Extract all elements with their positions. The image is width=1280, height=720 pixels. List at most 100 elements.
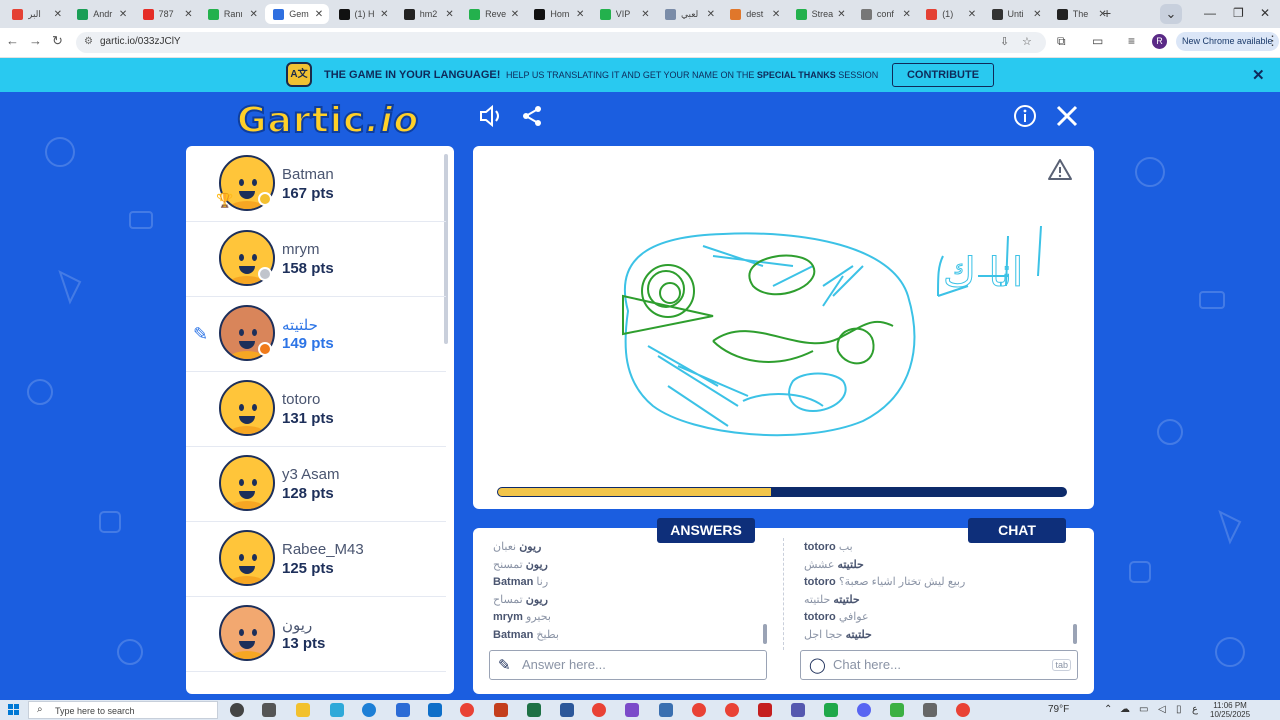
browser-tab[interactable]: Ranı ✕ bbox=[200, 4, 264, 24]
chrome-icon-3[interactable] bbox=[692, 703, 706, 717]
onedrive-icon[interactable]: ☁ bbox=[1120, 704, 1130, 715]
browser-tab[interactable]: البر ✕ bbox=[4, 4, 68, 24]
tab-close-icon[interactable]: ✕ bbox=[707, 9, 715, 20]
tab-close-icon[interactable]: ✕ bbox=[184, 9, 192, 20]
drawing-canvas[interactable]: انا ك bbox=[473, 146, 1094, 509]
tab-search-button[interactable]: ⌄ bbox=[1160, 4, 1182, 24]
player-row[interactable]: Rabee_M43 125 pts bbox=[186, 521, 446, 597]
tab-close-icon[interactable]: ✕ bbox=[54, 9, 62, 20]
tab-close-icon[interactable]: ✕ bbox=[641, 9, 649, 20]
chat-header[interactable]: CHAT bbox=[968, 518, 1066, 543]
tab-close-icon[interactable]: ✕ bbox=[119, 9, 127, 20]
network-icon[interactable]: ▭ bbox=[1139, 704, 1148, 715]
chrome-icon[interactable] bbox=[460, 703, 474, 717]
file-explorer-icon[interactable] bbox=[296, 703, 310, 717]
edge-icon[interactable] bbox=[362, 703, 376, 717]
discord-icon[interactable] bbox=[857, 703, 871, 717]
windows-start-icon[interactable] bbox=[8, 704, 20, 716]
chat-input[interactable]: ◯ Chat here... tab bbox=[800, 650, 1078, 680]
browser-tab[interactable]: Hom ✕ bbox=[526, 4, 590, 24]
outlook-icon[interactable] bbox=[428, 703, 442, 717]
tab-close-icon[interactable]: ✕ bbox=[968, 9, 976, 20]
taskbar-search[interactable]: ⌕ Type here to search bbox=[28, 701, 218, 719]
settings-gear-icon[interactable] bbox=[923, 703, 937, 717]
contribute-button[interactable]: CONTRIBUTE bbox=[892, 63, 994, 87]
chat-scrollbar[interactable] bbox=[1073, 624, 1077, 644]
site-info-icon[interactable]: ⚙ bbox=[84, 36, 93, 47]
netflix-icon[interactable] bbox=[758, 703, 772, 717]
menu-kebab-icon[interactable]: ⋮ bbox=[1266, 33, 1279, 49]
extensions-icon[interactable]: ⧉ bbox=[1057, 34, 1066, 49]
app-icon[interactable] bbox=[659, 703, 673, 717]
browser-tab[interactable]: لعبي ✕ bbox=[657, 4, 721, 24]
copilot-icon[interactable] bbox=[330, 703, 344, 717]
back-icon[interactable]: ← bbox=[6, 33, 19, 48]
answer-input[interactable]: ✎ Answer here... bbox=[489, 650, 767, 680]
browser-tab[interactable]: Gem ✕ bbox=[265, 4, 330, 24]
cortana-icon[interactable] bbox=[230, 703, 244, 717]
tab-close-icon[interactable]: ✕ bbox=[837, 9, 845, 20]
exit-game-icon[interactable] bbox=[1055, 104, 1079, 134]
close-window-button[interactable]: ✕ bbox=[1260, 6, 1270, 20]
split-view-icon[interactable]: ▭ bbox=[1092, 34, 1103, 48]
powerpoint-icon[interactable] bbox=[494, 703, 508, 717]
tab-close-icon[interactable]: ✕ bbox=[250, 9, 258, 20]
update-chrome-button[interactable]: New Chrome available bbox=[1176, 32, 1279, 51]
bookmark-star-icon[interactable]: ☆ bbox=[1022, 35, 1032, 48]
tab-close-icon[interactable]: ✕ bbox=[380, 9, 388, 20]
browser-tab[interactable]: hm2 ✕ bbox=[396, 4, 460, 24]
excel-icon[interactable] bbox=[527, 703, 541, 717]
teams-icon[interactable] bbox=[791, 703, 805, 717]
word-icon[interactable] bbox=[560, 703, 574, 717]
address-bar[interactable]: ⚙ gartic.io/033zJClY ⇩ ☆ bbox=[76, 32, 1046, 53]
browser-tab[interactable]: (1) ✕ bbox=[918, 4, 982, 24]
new-tab-button[interactable]: + bbox=[1103, 5, 1111, 21]
browser-tab[interactable]: Reve ✕ bbox=[461, 4, 525, 24]
task-view-icon[interactable] bbox=[262, 703, 276, 717]
player-row[interactable]: y3 Asam 128 pts bbox=[186, 446, 446, 522]
player-row[interactable]: ريون 13 pts bbox=[186, 596, 446, 672]
chrome-icon-4[interactable] bbox=[725, 703, 739, 717]
tab-close-icon[interactable]: ✕ bbox=[445, 9, 453, 20]
maximize-button[interactable]: ❐ bbox=[1233, 6, 1244, 20]
tab-close-icon[interactable]: ✕ bbox=[315, 9, 323, 20]
reading-list-icon[interactable]: ≡ bbox=[1128, 34, 1135, 48]
tab-close-icon[interactable]: ✕ bbox=[511, 9, 519, 20]
player-row[interactable]: 🏆 Batman 167 pts bbox=[186, 146, 446, 222]
forward-icon[interactable]: → bbox=[29, 33, 42, 48]
browser-tab[interactable]: Strea ✕ bbox=[788, 4, 852, 24]
volume-icon[interactable]: ◁ bbox=[1158, 704, 1166, 715]
sound-icon[interactable] bbox=[478, 104, 504, 134]
share-icon[interactable] bbox=[520, 104, 544, 134]
player-row[interactable]: mrym 158 pts bbox=[186, 221, 446, 297]
browser-tab[interactable]: (1) H ✕ bbox=[331, 4, 395, 24]
visual-studio-icon[interactable] bbox=[625, 703, 639, 717]
reload-icon[interactable]: ↻ bbox=[52, 33, 63, 49]
browser-tab[interactable]: dest ✕ bbox=[722, 4, 786, 24]
tab-close-icon[interactable]: ✕ bbox=[576, 9, 584, 20]
store-icon[interactable] bbox=[396, 703, 410, 717]
clock[interactable]: 11:06 PM 10/25/2025 bbox=[1210, 701, 1250, 719]
answers-scrollbar[interactable] bbox=[763, 624, 767, 644]
browser-tab[interactable]: Andr ✕ bbox=[69, 4, 133, 24]
banner-close-icon[interactable]: ✕ bbox=[1252, 66, 1265, 84]
weather-widget[interactable]: 79°F bbox=[1048, 704, 1069, 715]
battery-icon[interactable]: ▯ bbox=[1176, 704, 1182, 715]
browser-tab[interactable]: VIP ✕ bbox=[592, 4, 656, 24]
browser-tab[interactable]: Unti ✕ bbox=[984, 4, 1048, 24]
input-language[interactable]: ع bbox=[1192, 704, 1198, 715]
tab-close-icon[interactable]: ✕ bbox=[772, 9, 780, 20]
chrome-icon-2[interactable] bbox=[592, 703, 606, 717]
answers-header[interactable]: ANSWERS bbox=[657, 518, 755, 543]
install-icon[interactable]: ⇩ bbox=[1000, 35, 1009, 48]
profile-avatar[interactable]: R bbox=[1152, 34, 1167, 49]
info-icon[interactable] bbox=[1013, 104, 1037, 134]
tab-close-icon[interactable]: ✕ bbox=[903, 9, 911, 20]
media-icon[interactable] bbox=[824, 703, 838, 717]
browser-tab[interactable]: 787 ✕ bbox=[135, 4, 199, 24]
player-row[interactable]: totoro 131 pts bbox=[186, 371, 446, 447]
shield-icon[interactable] bbox=[890, 703, 904, 717]
minimize-button[interactable]: — bbox=[1204, 6, 1216, 20]
player-row[interactable]: ✎ حلتيته 149 pts bbox=[186, 296, 446, 372]
tray-chevron-icon[interactable]: ⌃ bbox=[1104, 704, 1112, 715]
